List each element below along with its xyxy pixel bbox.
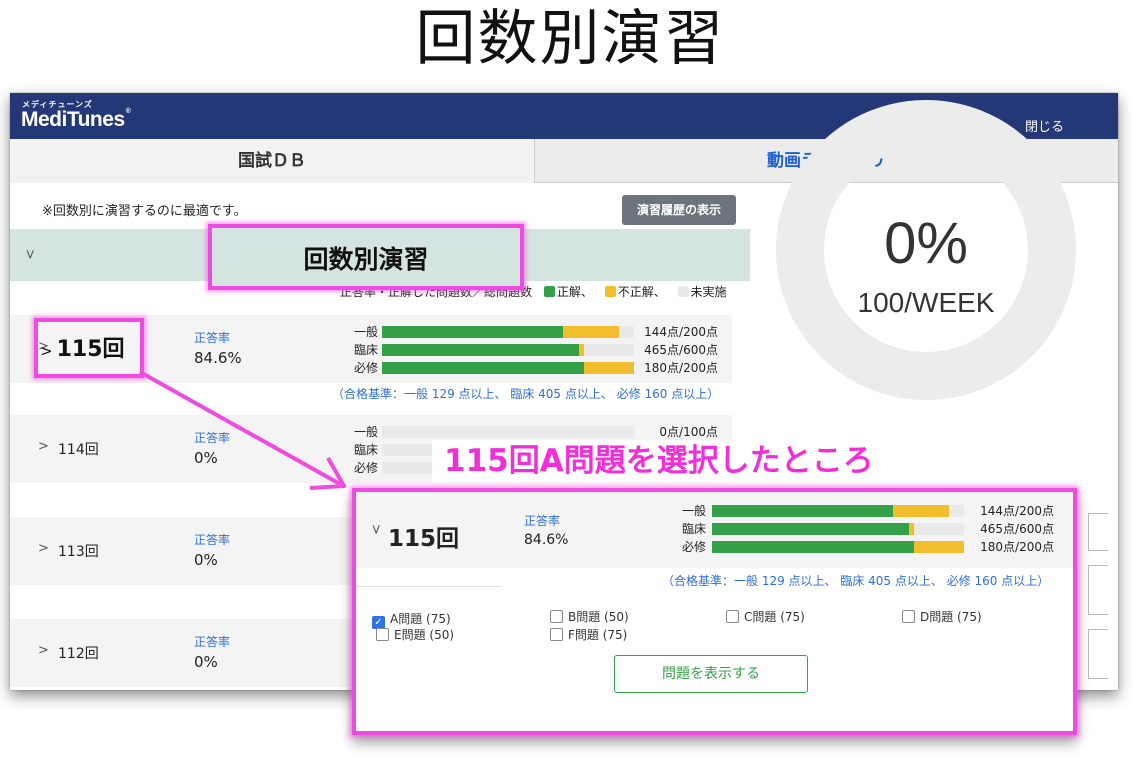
- score-general: 144点/200点: [980, 504, 1054, 518]
- exam-row-115-expanded[interactable]: > 115回 正答率 84.6% 一般 臨床 必修 144点/200点 465点…: [356, 492, 1073, 568]
- bar-label-general: 一般: [681, 504, 706, 518]
- option-label: C問題 (75): [744, 610, 805, 624]
- divider: [356, 586, 502, 587]
- checkbox-icon[interactable]: [550, 628, 563, 641]
- score-bar-required: [712, 541, 964, 553]
- option-label: A問題 (75): [390, 612, 451, 626]
- checkbox-icon[interactable]: [902, 610, 915, 623]
- arrow-line: [139, 370, 341, 486]
- score-bars: [712, 505, 964, 559]
- checkbox-icon[interactable]: [376, 628, 389, 641]
- option-c[interactable]: C問題 (75): [726, 608, 805, 625]
- option-label: F問題 (75): [568, 628, 628, 642]
- checkbox-icon[interactable]: [550, 610, 563, 623]
- row-label: 115回: [388, 526, 460, 552]
- bar-correct-fill: [712, 541, 914, 553]
- bar-incorrect-fill: [908, 523, 914, 535]
- bar-incorrect-fill: [893, 505, 949, 517]
- option-label: D問題 (75): [920, 610, 982, 624]
- bar-correct-fill: [712, 505, 894, 517]
- rate-value: 84.6%: [524, 532, 569, 548]
- chevron-down-icon[interactable]: >: [368, 524, 383, 535]
- score-required: 180点/200点: [980, 540, 1054, 554]
- scores: 144点/200点 465点/600点 180点/200点: [966, 502, 1054, 556]
- rate-label: 正答率: [524, 514, 561, 528]
- show-questions-button[interactable]: 問題を表示する: [614, 655, 808, 693]
- expanded-exam-panel: > 115回 正答率 84.6% 一般 臨床 必修 144点/200点 465点…: [352, 488, 1077, 735]
- bar-incorrect-fill: [913, 541, 964, 553]
- bar-label-clinical: 臨床: [681, 522, 706, 536]
- pass-criteria: （合格基準：一般 129 点以上、 臨床 405 点以上、 必修 160 点以上…: [662, 574, 1050, 588]
- option-label: B問題 (50): [568, 610, 629, 624]
- checkbox-icon[interactable]: [726, 610, 739, 623]
- bar-label-required: 必修: [681, 540, 706, 554]
- option-label: E問題 (50): [394, 628, 455, 642]
- bar-correct-fill: [712, 523, 909, 535]
- option-d[interactable]: D問題 (75): [902, 608, 982, 625]
- bar-labels: 一般 臨床 必修: [678, 502, 706, 556]
- option-f[interactable]: F問題 (75): [550, 626, 627, 643]
- annotation-caption: 115回A問題を選択したところ: [432, 440, 886, 482]
- score-clinical: 465点/600点: [980, 522, 1054, 536]
- option-b[interactable]: B問題 (50): [550, 608, 629, 625]
- score-bar-clinical: [712, 523, 964, 535]
- option-e[interactable]: E問題 (50): [376, 626, 454, 643]
- score-bar-general: [712, 505, 964, 517]
